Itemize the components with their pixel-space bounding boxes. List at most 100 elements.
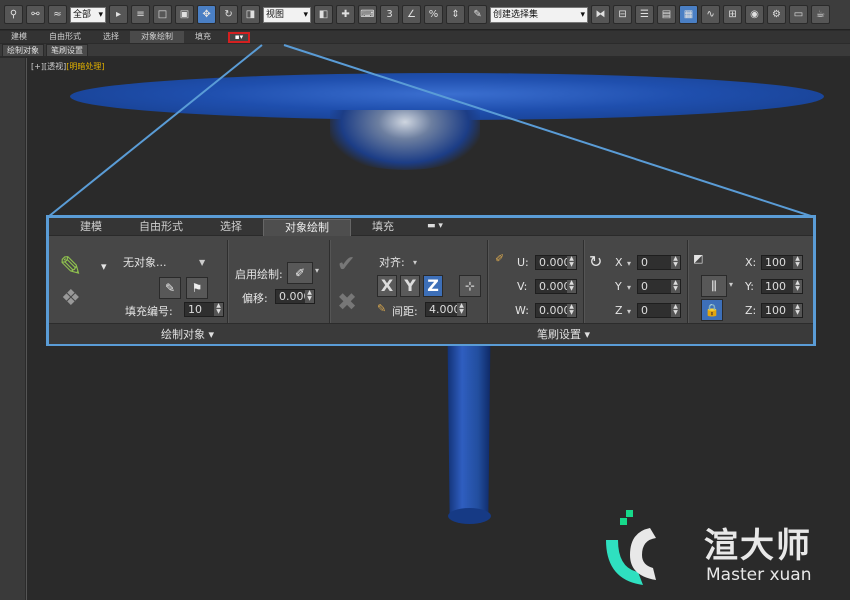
link-icon[interactable]: ⚲ [4, 5, 23, 24]
select-object-icon[interactable]: ▸ [109, 5, 129, 24]
schematic-icon[interactable]: ⊞ [723, 5, 743, 24]
align-to-normal-icon[interactable]: ⊹ [459, 275, 481, 297]
angle-snap-icon[interactable]: ∠ [402, 5, 422, 24]
spinner-arrows-icon[interactable]: ▲ ▼ [567, 256, 576, 269]
viewport-label[interactable]: [+][透视][明暗处理] [31, 61, 104, 72]
axis-z-button[interactable]: Z [423, 275, 443, 297]
zoom-tab-modeling[interactable]: 建模 [61, 219, 121, 235]
offset-spinner[interactable]: 0.000 ▲ ▼ [275, 289, 315, 304]
zoom-tab-populate[interactable]: 填充 [351, 219, 415, 235]
zoom-tab-selection[interactable]: 选择 [201, 219, 261, 235]
ribbon-minimize-icon[interactable]: ▪▾ [228, 31, 250, 43]
tab-modeling[interactable]: 建模 [0, 31, 38, 43]
spinner-arrows-icon[interactable]: ▲ ▼ [457, 303, 466, 316]
brush-settings-panel-title[interactable]: 笔刷设置 ▾ [537, 326, 590, 342]
object-list-dropdown[interactable]: 无对象... [123, 254, 167, 270]
viewport-plus-menu[interactable]: [+] [31, 62, 44, 71]
commit-check-icon[interactable]: ✔ [337, 252, 355, 277]
paint-toggle-icon[interactable]: ✐ [287, 262, 313, 284]
object-list-dropdown-arrow-icon[interactable]: ▼ [199, 258, 205, 267]
spacing-value: 4.000 [429, 303, 461, 316]
rot-z-spinner[interactable]: 0 ▲ ▼ [637, 303, 681, 318]
scale-y-spinner[interactable]: 100 ▲ ▼ [761, 279, 803, 294]
rot-x-value: 0 [641, 256, 648, 269]
rot-y-dropdown-icon[interactable]: ▾ [627, 283, 631, 292]
scale-mode-icon[interactable]: ⫼ [701, 275, 727, 297]
cancel-x-icon[interactable]: ✖ [337, 288, 357, 316]
select-manipulate-icon[interactable]: ✚ [336, 5, 356, 24]
u-spinner[interactable]: 0.000 ▲ ▼ [535, 255, 577, 270]
curve-editor-icon[interactable]: ∿ [701, 5, 721, 24]
edit-named-sel-icon[interactable]: ✎ [468, 5, 488, 24]
v-spinner[interactable]: 0.000 ▲ ▼ [535, 279, 577, 294]
tab-selection[interactable]: 选择 [92, 31, 130, 43]
graphite-icon[interactable]: ▦ [679, 5, 699, 24]
paint-objects-panel-button[interactable]: 绘制对象 [2, 44, 44, 57]
pick-object-icon[interactable]: ⚑ [186, 277, 208, 299]
brush-settings-panel-button[interactable]: 笔刷设置 [46, 44, 88, 57]
percent-snap-icon[interactable]: % [424, 5, 444, 24]
viewport-view-menu[interactable]: [透视] [44, 62, 66, 71]
tab-freeform[interactable]: 自由形式 [38, 31, 92, 43]
lock-scale-icon[interactable]: 🔒 [701, 299, 723, 321]
rendered-frame-icon[interactable]: ▭ [789, 5, 809, 24]
render-setup-icon[interactable]: ⚙ [767, 5, 787, 24]
viewport-shading-menu[interactable]: [明暗处理] [66, 62, 104, 71]
material-editor-icon[interactable]: ◉ [745, 5, 765, 24]
zoom-tab-object-paint[interactable]: 对象绘制 [263, 219, 351, 236]
rot-y-spinner[interactable]: 0 ▲ ▼ [637, 279, 681, 294]
layer-icon[interactable]: ☰ [635, 5, 655, 24]
rotate-icon[interactable]: ↻ [219, 5, 239, 24]
paint-toggle-dropdown-icon[interactable]: ▾ [315, 266, 319, 275]
spinner-arrows-icon[interactable]: ▲ ▼ [793, 256, 802, 269]
spinner-arrows-icon[interactable]: ▲ ▼ [793, 304, 802, 317]
named-selection-dropdown[interactable]: 创建选择集 [490, 6, 589, 23]
snap-3d-icon[interactable]: 3 [380, 5, 400, 24]
scale-z-spinner[interactable]: 100 ▲ ▼ [761, 303, 803, 318]
axis-x-button[interactable]: X [377, 275, 397, 297]
scene-explorer-icon[interactable]: ▤ [657, 5, 677, 24]
spinner-arrows-icon[interactable]: ▲ ▼ [671, 280, 680, 293]
paint-brush-icon[interactable]: ✎ [59, 250, 82, 283]
rect-region-icon[interactable]: □ [153, 5, 173, 24]
spinner-arrows-icon[interactable]: ▲ ▼ [671, 256, 680, 269]
tab-populate[interactable]: 填充 [184, 31, 222, 43]
rot-x-dropdown-icon[interactable]: ▾ [627, 259, 631, 268]
model-neck[interactable] [330, 110, 480, 170]
spinner-arrows-icon[interactable]: ▲ ▼ [671, 304, 680, 317]
zoom-ribbon-minimize-icon[interactable]: ▬ ▾ [427, 221, 451, 232]
rot-z-dropdown-icon[interactable]: ▾ [627, 307, 631, 316]
spinner-arrows-icon[interactable]: ▲ ▼ [214, 303, 223, 316]
spinner-snap-icon[interactable]: ⇕ [446, 5, 466, 24]
axis-y-button[interactable]: Y [400, 275, 420, 297]
spinner-arrows-icon[interactable]: ▲ ▼ [305, 290, 314, 303]
scale-icon[interactable]: ◨ [241, 5, 261, 24]
spacing-spinner[interactable]: 4.000 ▲ ▼ [425, 302, 467, 317]
window-crossing-icon[interactable]: ▣ [175, 5, 195, 24]
pivot-icon[interactable]: ◧ [314, 5, 334, 24]
render-icon[interactable]: ☕ [811, 5, 831, 24]
selection-filter-dropdown[interactable]: 全部 [70, 6, 107, 23]
ref-coord-dropdown[interactable]: 视图 [263, 6, 312, 23]
spinner-arrows-icon[interactable]: ▲ ▼ [567, 280, 576, 293]
bind-spacewarp-icon[interactable]: ≈ [48, 5, 67, 24]
spinner-arrows-icon[interactable]: ▲ ▼ [567, 304, 576, 317]
edit-object-list-icon[interactable]: ✎ [159, 277, 181, 299]
tab-object-paint[interactable]: 对象绘制 [130, 31, 184, 43]
w-spinner[interactable]: 0.000 ▲ ▼ [535, 303, 577, 318]
fill-number-spinner[interactable]: 10 ▲ ▼ [184, 302, 224, 317]
move-icon[interactable]: ✥ [197, 5, 217, 24]
rot-x-spinner[interactable]: 0 ▲ ▼ [637, 255, 681, 270]
unlink-icon[interactable]: ⚯ [26, 5, 45, 24]
align-dropdown-icon[interactable]: ▾ [413, 258, 417, 267]
zoom-tab-freeform[interactable]: 自由形式 [121, 219, 201, 235]
mirror-icon[interactable]: ⧓ [591, 5, 611, 24]
spinner-arrows-icon[interactable]: ▲ ▼ [793, 280, 802, 293]
keyboard-shortcut-icon[interactable]: ⌨ [358, 5, 378, 24]
scale-mode-dropdown-icon[interactable]: ▾ [729, 280, 733, 289]
scale-x-spinner[interactable]: 100 ▲ ▼ [761, 255, 803, 270]
align-icon[interactable]: ⊟ [613, 5, 633, 24]
paint-objects-panel-title[interactable]: 绘制对象 ▾ [161, 326, 214, 342]
paint-brush-dropdown-icon[interactable]: ▾ [101, 260, 107, 273]
select-by-name-icon[interactable]: ≡ [131, 5, 151, 24]
